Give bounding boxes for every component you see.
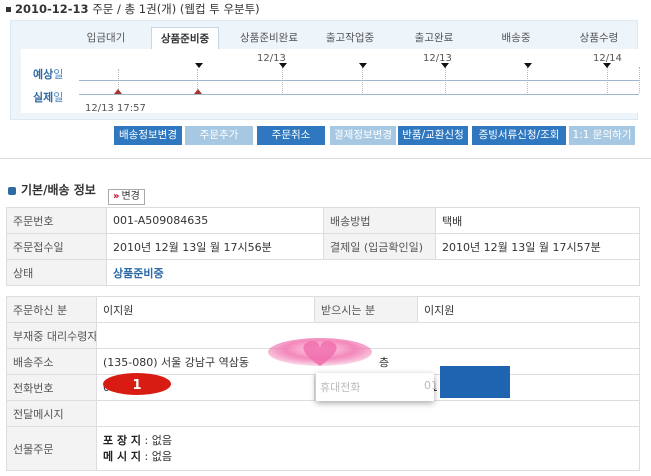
- divider: [607, 67, 608, 93]
- mobile-prefix-ghost: 01: [424, 379, 438, 392]
- table-row: 선물주문 포 장 지 : 없음 메 시 지 : 없음: [6, 426, 640, 471]
- inquiry-button[interactable]: 1:1 문의하기: [569, 126, 635, 145]
- divider: [639, 67, 640, 93]
- expected-marker: [359, 63, 367, 68]
- expected-marker: [441, 63, 449, 68]
- expected-marker: [524, 63, 532, 68]
- actual-marker: [114, 89, 122, 94]
- payment-date-label: 결제일 (입금확인일): [323, 233, 436, 260]
- divider: [445, 67, 446, 93]
- order-date: 2010-12-13: [15, 2, 89, 16]
- step-prepared: 상품준비완료: [240, 32, 298, 44]
- cancel-order-button[interactable]: 주문취소: [257, 126, 325, 145]
- table-row: 주문번호 001-A509084635 배송방법 택배: [6, 207, 640, 234]
- delivery-info-change-button[interactable]: 배송정보변경: [114, 126, 182, 145]
- step-received: 상품수령: [579, 32, 619, 44]
- delivery-message-value: [96, 400, 640, 427]
- payment-date-value: 2010년 12월 13일 월 17시57분: [435, 233, 640, 260]
- receiver-label: 받으시는 분: [314, 296, 418, 323]
- step-deposit-wait: 입금대기: [86, 32, 126, 44]
- table-row: 상태 상품준비중: [6, 259, 640, 286]
- section-title: 기본/배송 정보: [8, 181, 96, 198]
- gift-packaging: 포 장 지 : 없음: [103, 433, 172, 447]
- divider: [527, 67, 528, 93]
- table-row: 전달메시지: [6, 400, 640, 427]
- table-row: 주문하신 분 이지원 받으시는 분 이지원: [6, 296, 640, 323]
- gift-order-value: 포 장 지 : 없음 메 시 지 : 없음: [96, 426, 640, 471]
- orderer-value: 이지원: [96, 296, 315, 323]
- delivery-method-label: 배송방법: [323, 207, 436, 234]
- step-preparing: 상품준비중: [151, 27, 219, 51]
- order-summary-title: 2010-12-13 주문 / 총 1권(개) (웹컵 투 우분투): [6, 1, 260, 17]
- gift-message: 메 시 지 : 없음: [103, 449, 172, 463]
- expected-marker: [603, 63, 611, 68]
- red-redaction-badge: 1: [103, 373, 171, 395]
- order-date-label: 주문접수일: [6, 233, 107, 260]
- heart-redaction-sticker: [268, 338, 372, 366]
- status-value: 상품준비중: [106, 259, 640, 286]
- table-row: 주문접수일 2010년 12월 13일 월 17시56분 결제일 (입금확인일)…: [6, 233, 640, 260]
- timeline-area: 12/13 12/13 12/14 예상일 실제일 12/13 17:57: [21, 49, 640, 114]
- change-info-button[interactable]: » 변경: [108, 189, 145, 205]
- section-bullet-icon: [8, 186, 16, 195]
- address-label: 배송주소: [6, 348, 97, 375]
- white-redaction-box: 휴대전화 01: [316, 373, 438, 401]
- actual-row-label: 실제일: [33, 91, 64, 104]
- expected-marker: [279, 63, 287, 68]
- order-number-value: 001-A509084635: [106, 207, 324, 234]
- mobile-label-ghost: 휴대전화: [320, 381, 361, 394]
- double-chevron-icon: »: [113, 191, 120, 202]
- expected-marker: [195, 63, 203, 68]
- expected-row-label: 예상일: [33, 68, 64, 81]
- order-progress-tracker: 입금대기 상품준비중 상품준비완료 출고작업중 출고완료 배송중 상품수령 12…: [10, 20, 640, 120]
- add-order-button[interactable]: 주문추가: [185, 126, 253, 145]
- payment-info-change-button[interactable]: 결제정보변경: [330, 126, 396, 145]
- actual-timeline: [79, 94, 639, 95]
- bullet-icon: [6, 7, 11, 12]
- step-shipping-work: 출고작업중: [325, 32, 375, 44]
- address-tail: 층: [379, 355, 390, 369]
- actual-marker: [194, 89, 202, 94]
- basic-info-table: 주문번호 001-A509084635 배송방법 택배 주문접수일 2010년 …: [6, 207, 640, 286]
- order-date-value: 2010년 12월 13일 월 17시56분: [106, 233, 324, 260]
- divider: [0, 158, 651, 159]
- return-exchange-button[interactable]: 반품/교환신청: [398, 126, 468, 145]
- proxy-receiver-label: 부재중 대리수령자: [6, 322, 97, 349]
- divider: [362, 67, 363, 93]
- proof-document-button[interactable]: 증빙서류신청/조회: [472, 126, 566, 145]
- status-badge: 상품준비중: [113, 266, 164, 280]
- step-in-delivery: 배송중: [501, 32, 531, 44]
- order-summary-text: 주문 / 총 1권(개) (웹컵 투 우분투): [92, 2, 260, 16]
- gift-order-label: 선물주문: [6, 426, 97, 471]
- expected-timeline: [79, 80, 639, 81]
- receiver-value: 이지원: [417, 296, 640, 323]
- orderer-label: 주문하신 분: [6, 296, 97, 323]
- phone-label: 전화번호: [6, 374, 97, 401]
- divider: [282, 67, 283, 93]
- step-shipped: 출고완료: [414, 32, 454, 44]
- order-actions-bar: 배송정보변경 주문추가 주문취소 결제정보변경 반품/교환신청 증빙서류신청/조…: [0, 126, 651, 145]
- delivery-method-value: 택배: [435, 207, 640, 234]
- order-number-label: 주문번호: [6, 207, 107, 234]
- blue-redaction-box: [440, 366, 510, 398]
- delivery-message-label: 전달메시지: [6, 400, 97, 427]
- status-label: 상태: [6, 259, 107, 286]
- address-text: (135-080) 서울 강남구 역삼동: [103, 355, 249, 369]
- redaction-badge-text: 1: [132, 378, 141, 393]
- actual-timestamp: 12/13 17:57: [85, 103, 146, 114]
